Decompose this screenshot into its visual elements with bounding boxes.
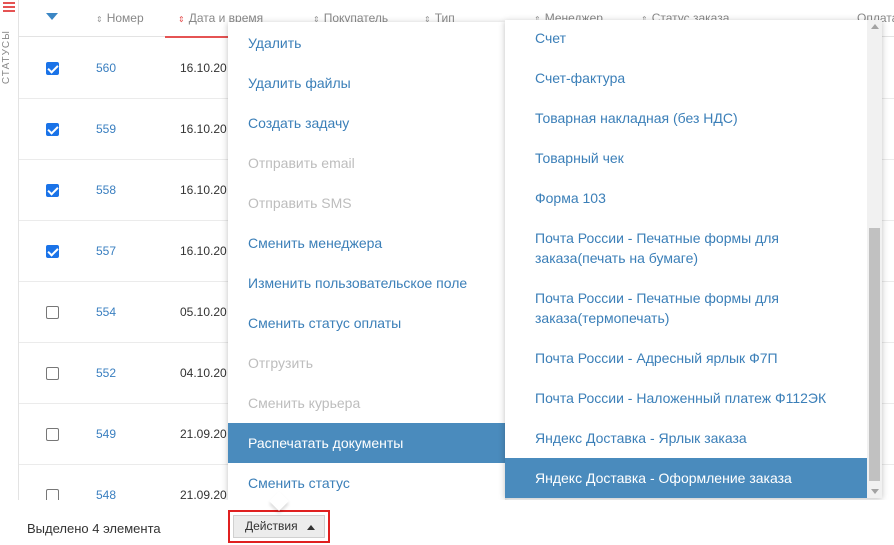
- statuses-label: СТАТУСЫ: [1, 30, 12, 85]
- bulk-actions-footer: Выделено 4 элемента Действия: [0, 500, 894, 545]
- statuses-sidebar[interactable]: СТАТУСЫ: [0, 0, 19, 500]
- row-checkbox[interactable]: [46, 428, 59, 441]
- order-date: 16.10.20: [180, 183, 227, 197]
- order-number-link[interactable]: 549: [96, 427, 116, 441]
- actions-menu-item[interactable]: Удалить файлы: [228, 63, 505, 103]
- order-number-link[interactable]: 557: [96, 244, 116, 258]
- select-all-dropdown-icon[interactable]: [46, 13, 58, 20]
- actions-menu-item[interactable]: Сменить статус оплаты: [228, 303, 505, 343]
- order-date: 16.10.20: [180, 244, 227, 258]
- row-checkbox[interactable]: [46, 123, 59, 136]
- row-checkbox[interactable]: [46, 245, 59, 258]
- actions-menu-item: Сменить курьера: [248, 395, 361, 411]
- row-checkbox[interactable]: [46, 367, 59, 380]
- order-date: 21.09.20: [180, 427, 227, 441]
- selected-count: Выделено 4 элемента: [27, 521, 161, 536]
- print-document-item[interactable]: Счет: [505, 28, 867, 48]
- actions-button-label: Действия: [245, 519, 298, 533]
- print-documents-submenu: Счет Счет-фактура Товарная накладная (без …: [505, 20, 882, 498]
- row-checkbox[interactable]: [46, 184, 59, 197]
- actions-menu-item[interactable]: Изменить пользовательское поле: [228, 263, 505, 303]
- actions-menu-item[interactable]: Сменить статус: [228, 463, 505, 503]
- actions-menu-item[interactable]: Удалить: [228, 23, 505, 63]
- print-document-item[interactable]: Счет-фактура: [505, 68, 867, 88]
- order-number-link[interactable]: 552: [96, 366, 116, 380]
- order-date: 16.10.20: [180, 122, 227, 136]
- print-document-item[interactable]: Почта России - Адресный ярлык Ф7П: [505, 348, 867, 368]
- print-document-item[interactable]: Почта России - Печатные формы для заказа…: [505, 288, 867, 328]
- scrollbar-thumb[interactable]: [869, 228, 880, 481]
- order-number-link[interactable]: 554: [96, 305, 116, 319]
- print-document-item[interactable]: Товарная накладная (без НДС): [505, 108, 867, 128]
- row-checkbox[interactable]: [46, 62, 59, 75]
- scroll-down-arrow-icon[interactable]: [871, 489, 879, 494]
- order-number-link[interactable]: 558: [96, 183, 116, 197]
- actions-menu-item: Отгрузить: [248, 355, 313, 371]
- scroll-up-arrow-icon[interactable]: [871, 24, 879, 29]
- print-document-item[interactable]: Форма 103: [505, 188, 867, 208]
- actions-button-highlight[interactable]: Действия: [228, 510, 330, 543]
- menu-icon[interactable]: [3, 2, 15, 13]
- actions-menu-item[interactable]: Сменить менеджера: [228, 223, 505, 263]
- order-number-link[interactable]: 559: [96, 122, 116, 136]
- actions-menu-item: Отправить SMS: [248, 195, 352, 211]
- print-document-item[interactable]: Яндекс Доставка - Оформление заказа: [505, 458, 867, 498]
- actions-menu: Удалить Удалить файлы Создать задачу Отправ…: [228, 22, 505, 501]
- row-checkbox[interactable]: [46, 306, 59, 319]
- actions-menu-item[interactable]: Распечатать документы: [228, 423, 505, 463]
- actions-menu-item[interactable]: Создать задачу: [228, 103, 505, 143]
- order-number-link[interactable]: 560: [96, 61, 116, 75]
- print-document-item[interactable]: Почта России - Печатные формы для заказа…: [505, 228, 867, 268]
- submenu-scrollbar[interactable]: [867, 20, 882, 498]
- caret-up-icon: [307, 525, 315, 530]
- actions-menu-item: Отправить email: [248, 155, 355, 171]
- order-date: 04.10.20: [180, 366, 227, 380]
- print-document-item[interactable]: Товарный чек: [505, 148, 867, 168]
- column-number[interactable]: ⇕ Номер: [96, 11, 144, 25]
- order-date: 05.10.20: [180, 305, 227, 319]
- column-number-label: Номер: [106, 11, 144, 25]
- order-date: 16.10.20: [180, 61, 227, 75]
- print-document-item[interactable]: Почта России - Наложенный платеж Ф112ЭК: [505, 388, 867, 408]
- print-document-item[interactable]: Яндекс Доставка - Ярлык заказа: [505, 428, 867, 448]
